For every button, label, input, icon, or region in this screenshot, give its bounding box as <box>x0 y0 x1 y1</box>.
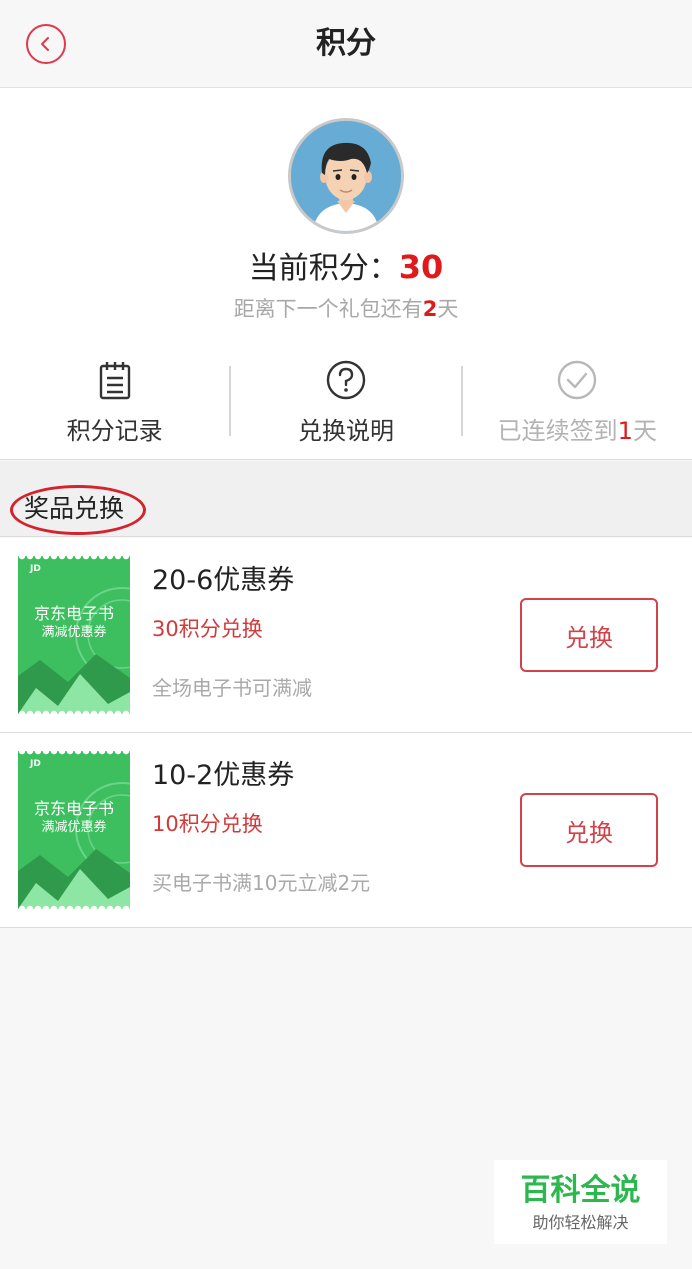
hint-days: 2 <box>422 297 438 321</box>
section-title: 奖品兑换 <box>24 494 125 523</box>
coupon-image: JD 京东电子书 满减优惠券 <box>18 556 130 714</box>
redeem-rules-button[interactable]: 兑换说明 <box>231 350 460 450</box>
check-circle-icon <box>558 360 597 400</box>
avatar <box>288 118 404 234</box>
next-gift-hint: 距离下一个礼包还有2天 <box>0 294 692 324</box>
checkin-days: 1 <box>617 417 633 445</box>
reward-item: JD 京东电子书 满减优惠券 20-6优惠券 30积分兑换 全场电子书可满减 兑… <box>0 538 692 733</box>
reward-section-header: 奖品兑换 <box>0 461 692 537</box>
reward-name: 10-2优惠券 <box>152 760 295 791</box>
reward-cost: 30积分兑换 <box>152 617 263 641</box>
checkin-suffix: 天 <box>632 417 657 445</box>
coupon-image: JD 京东电子书 满减优惠券 <box>18 751 130 909</box>
checkin-prefix: 已连续签到 <box>497 417 618 445</box>
jd-logo: JD <box>30 759 41 769</box>
notepad-icon <box>99 362 130 400</box>
checkin-label: 已连续签到1天 <box>463 414 692 448</box>
points-label: 当前积分： <box>248 251 399 286</box>
points-value: 30 <box>398 248 444 286</box>
points-record-label: 积分记录 <box>66 417 163 445</box>
points-record-button[interactable]: 积分记录 <box>0 350 229 450</box>
coupon-subtitle: 满减优惠券 <box>41 625 107 640</box>
watermark: 百科全说 助你轻松解决 <box>494 1160 667 1244</box>
watermark-title: 百科全说 <box>520 1173 641 1208</box>
question-icon <box>326 360 366 400</box>
redeem-rules-label: 兑换说明 <box>297 417 394 445</box>
action-row: 积分记录 兑换说明 已连续签到1天 <box>0 350 692 450</box>
reward-description: 买电子书满10元立减2元 <box>152 871 371 895</box>
checkin-status[interactable]: 已连续签到1天 <box>463 350 692 450</box>
top-bar: 积分 <box>0 0 692 88</box>
page-title: 积分 <box>316 26 376 61</box>
profile-panel: 当前积分：30 距离下一个礼包还有2天 积分记录 兑换说明 已连续签到1天 <box>0 88 692 460</box>
hint-prefix: 距离下一个礼包还有 <box>233 297 423 321</box>
reward-name: 20-6优惠券 <box>152 565 295 596</box>
coupon-title: 京东电子书 <box>33 604 114 623</box>
reward-item: JD 京东电子书 满减优惠券 10-2优惠券 10积分兑换 买电子书满10元立减… <box>0 733 692 928</box>
reward-cost: 10积分兑换 <box>152 812 263 836</box>
watermark-subtitle: 助你轻松解决 <box>532 1213 629 1232</box>
reward-description: 全场电子书可满减 <box>152 676 312 700</box>
coupon-title: 京东电子书 <box>33 799 114 818</box>
coupon-subtitle: 满减优惠券 <box>41 820 107 835</box>
redeem-button[interactable]: 兑换 <box>520 598 658 672</box>
redeem-button[interactable]: 兑换 <box>520 793 658 867</box>
jd-logo: JD <box>30 564 41 574</box>
current-points: 当前积分：30 <box>0 246 692 290</box>
hint-suffix: 天 <box>437 297 459 321</box>
